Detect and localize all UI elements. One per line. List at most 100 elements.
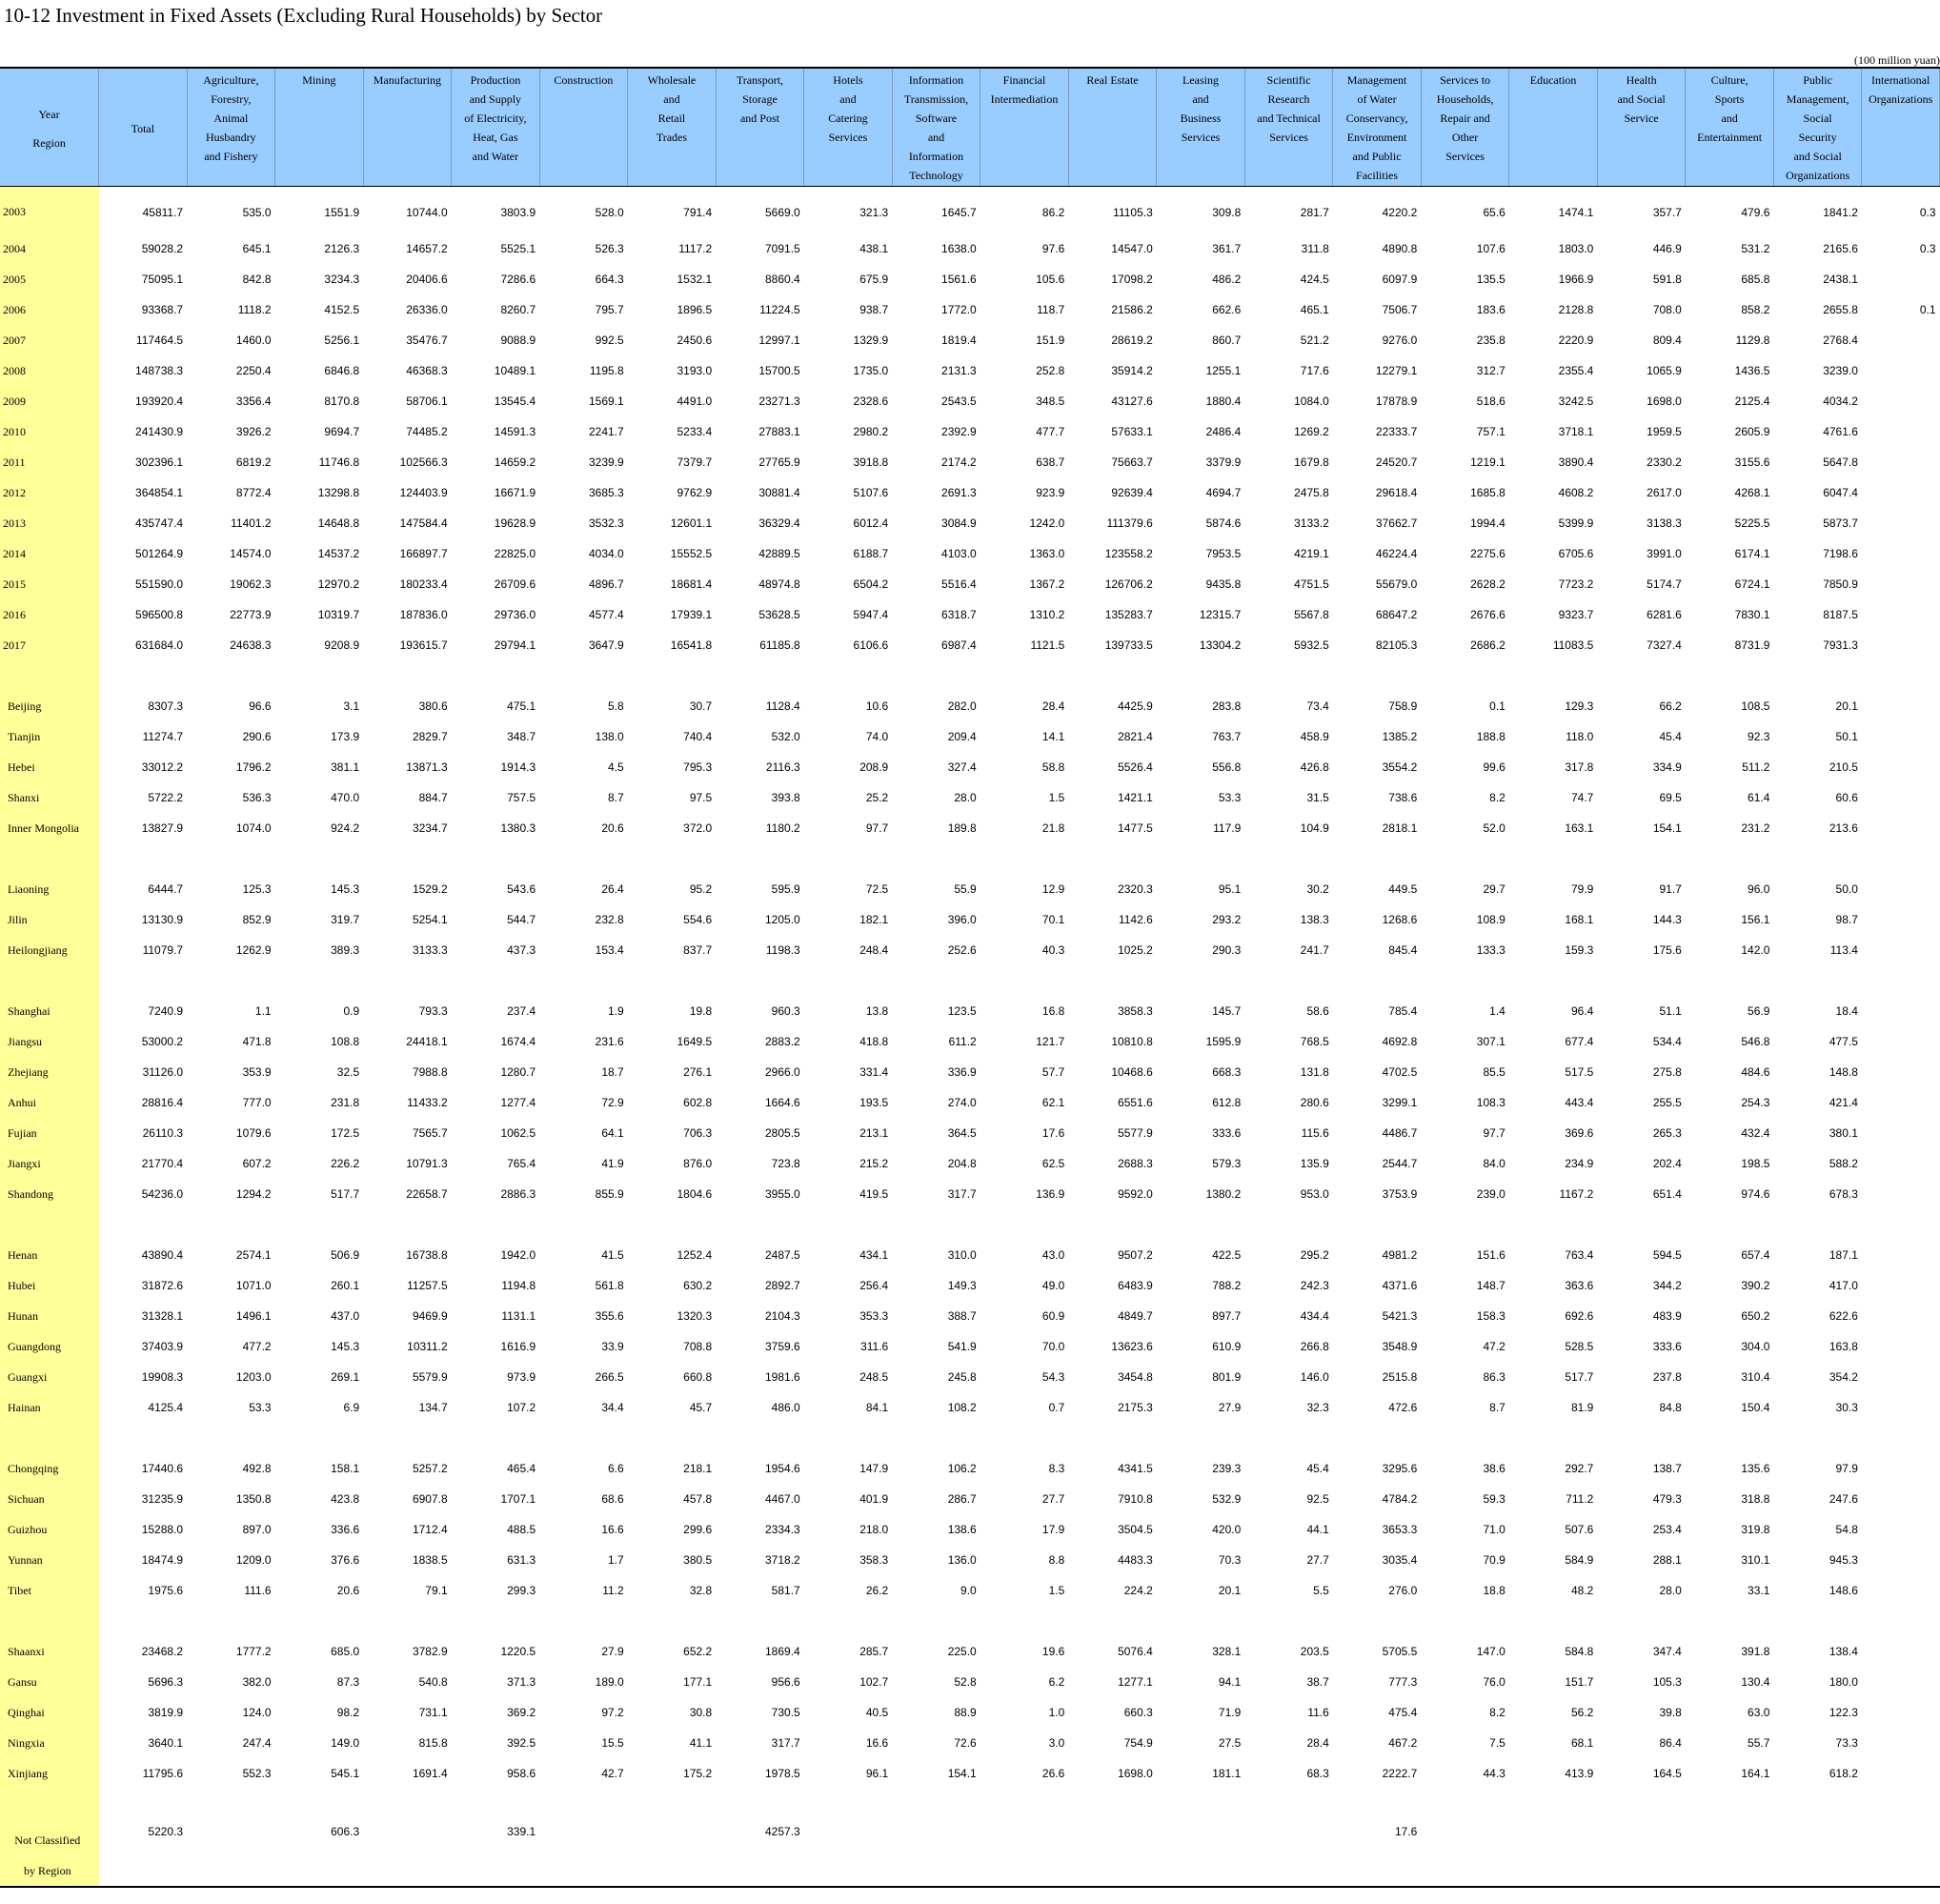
table-cell: 241.7 bbox=[1300, 943, 1329, 957]
table-cell: 353.9 bbox=[242, 1065, 272, 1079]
table-cell bbox=[539, 1789, 628, 1819]
table-cell: 423.8 bbox=[331, 1492, 360, 1506]
table-cell: 48.2 bbox=[1570, 1584, 1594, 1597]
table-cell: 8.2 bbox=[1489, 791, 1506, 804]
table-cell: 7327.4 bbox=[1647, 638, 1682, 652]
table-cell: 42889.5 bbox=[758, 547, 800, 560]
table-cell: 84.8 bbox=[1659, 1401, 1682, 1414]
table-cell: 45811.7 bbox=[142, 205, 184, 219]
table-cell: 135.9 bbox=[1300, 1157, 1329, 1170]
table-cell: 458.9 bbox=[1300, 730, 1329, 743]
table-row: Jiangxi 21770.4 607.2 226.2 10791.3 765.4 41.9… bbox=[0, 1148, 1940, 1179]
row-label: Jiangxi bbox=[0, 1148, 99, 1179]
table-cell: 252.8 bbox=[1036, 364, 1065, 377]
table-row: Liaoning 6444.7 125.3 145.3 1529.2 543.6 26.4 9… bbox=[0, 874, 1940, 904]
table-cell: 4341.5 bbox=[1118, 1462, 1153, 1475]
table-cell: 421.4 bbox=[1829, 1096, 1858, 1109]
table-cell: 138.7 bbox=[1652, 1462, 1682, 1475]
table-cell: 1707.1 bbox=[500, 1492, 536, 1506]
table-cell: 1.5 bbox=[1048, 1584, 1065, 1597]
table-cell: 123.5 bbox=[947, 1004, 977, 1018]
table-cell: 1.5 bbox=[1048, 791, 1065, 804]
table-cell: 286.7 bbox=[947, 1492, 977, 1506]
table-cell: 266.8 bbox=[1300, 1340, 1329, 1353]
table-cell: 974.6 bbox=[1741, 1187, 1770, 1201]
table-cell: 32.3 bbox=[1306, 1401, 1329, 1414]
table-cell: 2250.4 bbox=[235, 364, 272, 377]
table-cell: 4.5 bbox=[607, 760, 624, 774]
table-cell: 1121.5 bbox=[1030, 638, 1065, 652]
table-cell bbox=[1068, 1819, 1157, 1888]
table-cell: 1.4 bbox=[1489, 1004, 1506, 1018]
table-cell: 8.8 bbox=[1048, 1553, 1065, 1567]
table-cell: 14657.2 bbox=[406, 242, 448, 255]
table-cell: 16.8 bbox=[1041, 1004, 1065, 1018]
table-cell bbox=[275, 843, 364, 874]
table-cell: 27.7 bbox=[1306, 1553, 1329, 1567]
table-cell: 2676.6 bbox=[1470, 608, 1506, 621]
table-cell: 9469.9 bbox=[412, 1309, 448, 1323]
table-cell: 438.1 bbox=[859, 242, 889, 255]
table-cell bbox=[1773, 1819, 1862, 1888]
column-header: Hotels and Catering Services bbox=[803, 67, 893, 187]
table-cell: 4486.7 bbox=[1382, 1126, 1418, 1140]
table-cell: 1194.8 bbox=[501, 1279, 536, 1292]
table-cell bbox=[1509, 965, 1598, 996]
table-cell: 9088.9 bbox=[500, 334, 536, 347]
table-cell: 717.6 bbox=[1300, 364, 1329, 377]
table-cell: 299.6 bbox=[683, 1523, 713, 1536]
column-header: Scientific Research and Technical Services bbox=[1244, 67, 1334, 187]
table-cell bbox=[1597, 1819, 1686, 1888]
row-label: Zhejiang bbox=[0, 1057, 99, 1087]
table-cell: 92.5 bbox=[1306, 1492, 1329, 1506]
table-cell: 292.7 bbox=[1565, 1462, 1594, 1475]
table-cell bbox=[99, 1789, 188, 1819]
table-row: Inner Mongolia 13827.9 1074.0 924.2 3234.7 13… bbox=[0, 813, 1940, 843]
table-cell: 17.6 bbox=[1332, 1819, 1422, 1888]
table-cell bbox=[1068, 1423, 1157, 1453]
table-cell: 72.9 bbox=[601, 1096, 624, 1109]
table-cell: 24638.3 bbox=[230, 638, 272, 652]
row-label: 2007 bbox=[0, 325, 99, 355]
table-cell: 5705.5 bbox=[1382, 1645, 1418, 1658]
table-cell: 2768.4 bbox=[1823, 334, 1858, 347]
table-cell: 486.0 bbox=[771, 1401, 800, 1414]
table-cell: 95.1 bbox=[1218, 882, 1242, 896]
table-cell: 91.7 bbox=[1659, 882, 1682, 896]
table-cell: 467.2 bbox=[1388, 1736, 1418, 1750]
row-label: Anhui bbox=[0, 1087, 99, 1118]
table-cell: 1994.4 bbox=[1470, 517, 1506, 530]
table-cell: 1.1 bbox=[254, 1004, 272, 1018]
table-cell: 8170.8 bbox=[324, 395, 360, 408]
table-cell bbox=[892, 1789, 980, 1819]
table-cell: 815.8 bbox=[418, 1736, 448, 1750]
table-cell: 638.7 bbox=[1036, 456, 1065, 469]
table-cell: 281.7 bbox=[1300, 205, 1329, 219]
table-cell: 7379.7 bbox=[677, 456, 713, 469]
row-label: Yunnan bbox=[0, 1545, 99, 1575]
table-cell: 0.3 bbox=[1919, 205, 1936, 219]
table-cell: 74.0 bbox=[865, 730, 889, 743]
table-cell: 472.6 bbox=[1388, 1401, 1418, 1414]
table-cell: 105.6 bbox=[1036, 273, 1065, 286]
table-cell bbox=[804, 965, 893, 996]
table-cell bbox=[628, 1423, 717, 1453]
table-cell: 310.1 bbox=[1741, 1553, 1770, 1567]
table-cell: 30.3 bbox=[1835, 1401, 1858, 1414]
table-cell: 218.0 bbox=[859, 1523, 889, 1536]
table-cell bbox=[275, 965, 364, 996]
table-cell: 11.6 bbox=[1307, 1706, 1329, 1719]
table-cell: 79.1 bbox=[425, 1584, 448, 1597]
table-cell: 581.7 bbox=[771, 1584, 800, 1597]
row-label: 2005 bbox=[0, 264, 99, 294]
table-cell: 149.3 bbox=[947, 1279, 977, 1292]
row-label: 2012 bbox=[0, 477, 99, 508]
row-label: Guangxi bbox=[0, 1362, 99, 1392]
table-cell bbox=[363, 1789, 452, 1819]
table-cell: 8860.4 bbox=[765, 273, 800, 286]
table-cell: 2829.7 bbox=[412, 730, 448, 743]
table-cell: 4103.0 bbox=[941, 547, 977, 560]
table-cell: 5669.0 bbox=[765, 205, 800, 219]
table-cell: 3918.8 bbox=[853, 456, 889, 469]
table-cell bbox=[275, 1789, 364, 1819]
